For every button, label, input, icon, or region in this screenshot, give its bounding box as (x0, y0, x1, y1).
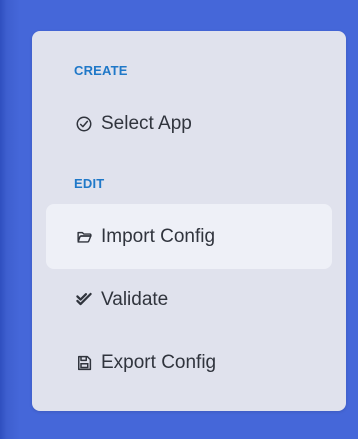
left-frame-shadow (0, 0, 20, 439)
menu-item-label: Validate (101, 289, 169, 310)
menu-item-select-app[interactable]: Select App (46, 91, 332, 156)
side-menu-panel: CREATE Select App EDIT Import Config Val… (32, 31, 346, 411)
folder-open-icon (74, 227, 94, 247)
menu-item-label: Export Config (101, 352, 217, 373)
double-check-icon (74, 290, 94, 310)
check-circle-icon (74, 114, 94, 134)
menu-item-export-config[interactable]: Export Config (46, 330, 332, 395)
menu-item-import-config[interactable]: Import Config (46, 204, 332, 269)
menu-item-validate[interactable]: Validate (46, 267, 332, 332)
section-header-create: CREATE (74, 63, 128, 78)
save-icon (74, 353, 94, 373)
menu-item-label: Select App (101, 113, 192, 134)
section-header-edit: EDIT (74, 176, 105, 191)
menu-item-label: Import Config (101, 226, 216, 247)
